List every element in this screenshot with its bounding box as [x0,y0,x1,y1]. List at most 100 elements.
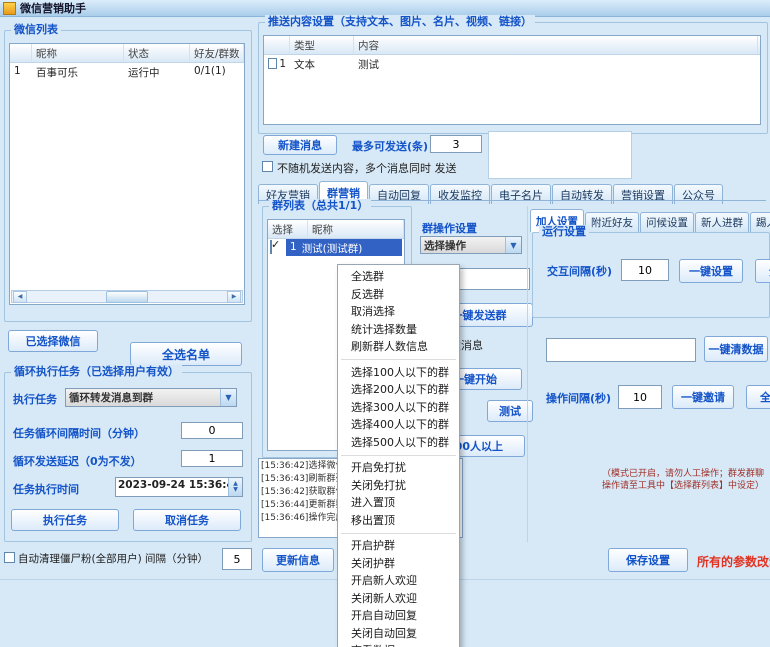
scroll-left-icon[interactable]: ◀ [13,291,27,303]
push-content-header[interactable]: 类型 内容 [264,36,760,55]
menu-item-protect-on[interactable]: 开启护群 [338,537,459,555]
partial-button-2[interactable]: 全部 [746,385,770,409]
menu-separator [341,533,456,534]
tab-nearby-friends[interactable]: 附近好友 [585,212,639,232]
tab-auto-forward[interactable]: 自动转发 [552,184,612,204]
one-key-set-button[interactable]: 一键设置 [679,259,743,283]
select-all-button[interactable]: 全选名单 [130,342,242,366]
max-send-input[interactable] [430,135,482,153]
new-message-button[interactable]: 新建消息 [263,135,337,155]
loop-task-groupbox: 循环执行任务（已选择用户有效） 执行任务 循环转发消息到群 ▼ 任务循环间隔时间… [4,372,252,542]
row-check-cell[interactable]: 1 [264,55,290,72]
one-key-clear-button[interactable]: 一键清数据 [704,336,768,362]
menu-item-view-data[interactable]: 查看数据 [338,642,459,647]
col-count[interactable]: 好友/群数 [190,44,244,62]
menu-item-under-300[interactable]: 选择300人以下的群 [338,399,459,417]
interval1-input[interactable] [621,259,669,281]
group-list-header[interactable]: 选择 昵称 [268,220,404,239]
col-content[interactable]: 内容 [354,36,758,54]
wechat-list-header[interactable]: 昵称 状态 好友/群数 [10,44,244,63]
menu-item-invert[interactable]: 反选群 [338,286,459,304]
run-task-button[interactable]: 执行任务 [11,509,119,531]
menu-item-refresh-members[interactable]: 刷新群人数信息 [338,338,459,356]
menu-item-select-all[interactable]: 全选群 [338,268,459,286]
chevron-down-icon[interactable]: ▼ [220,389,236,406]
col-type[interactable]: 类型 [290,36,354,54]
horizontal-scrollbar[interactable]: ◀ ▶ [11,290,243,303]
tab-auto-reply[interactable]: 自动回复 [369,184,429,204]
tab-ecard[interactable]: 电子名片 [491,184,551,204]
menu-item-unpin[interactable]: 移出置顶 [338,512,459,530]
window-title: 微信营销助手 [20,0,86,16]
scroll-thumb[interactable] [106,291,148,303]
menu-item-under-500[interactable]: 选择500人以下的群 [338,434,459,452]
update-info-button[interactable]: 更新信息 [262,548,334,572]
scroll-right-icon[interactable]: ▶ [227,291,241,303]
push-content-table[interactable]: 类型 内容 1 文本 测试 [263,35,761,125]
table-row[interactable]: 1 百事可乐 运行中 0/1(1) [10,63,244,80]
menu-item-pin[interactable]: 进入置顶 [338,494,459,512]
col-nick[interactable]: 昵称 [308,220,404,238]
menu-item-mute-off[interactable]: 关闭免打扰 [338,477,459,495]
content-preview-box[interactable] [488,131,632,179]
clean-interval-input[interactable] [222,548,252,570]
wechat-list-table[interactable]: 昵称 状态 好友/群数 1 百事可乐 运行中 0/1(1) ◀ ▶ [9,43,245,305]
menu-item-under-100[interactable]: 选择100人以下的群 [338,364,459,382]
max-send-label: 最多可发送(条) [352,138,428,154]
menu-item-mute-on[interactable]: 开启免打扰 [338,459,459,477]
tab-new-member[interactable]: 新人进群 [695,212,749,232]
row-status: 运行中 [124,63,190,80]
app-window: 微信营销助手 微信列表 昵称 状态 好友/群数 1 百事可乐 运行中 0/1(1… [0,0,770,647]
partial-button-1[interactable]: 全部 [755,259,770,283]
menu-separator [341,359,456,360]
group-row[interactable]: 1 测试(测试群) [268,239,404,256]
tab-monitor[interactable]: 收发监控 [430,184,490,204]
selected-wechat-button[interactable]: 已选择微信 [8,330,98,352]
run-settings-title: 运行设置 [539,225,589,239]
col-select[interactable]: 选择 [268,220,308,238]
menu-separator [341,455,456,456]
cancel-task-button[interactable]: 取消任务 [133,509,241,531]
menu-item-count-selected[interactable]: 统计选择数量 [338,321,459,339]
random-send-label: 不随机发送内容，多个消息同时 发送 [277,160,457,176]
col-check[interactable] [264,36,290,54]
tab-greeting[interactable]: 问候设置 [640,212,694,232]
one-key-invite-button[interactable]: 一键邀请 [672,385,734,409]
interval-label: 任务循环间隔时间（分钟） [13,425,145,441]
tab-official-account[interactable]: 公众号 [674,184,723,204]
right-search-input[interactable] [546,338,696,362]
datetime-spinner-icon[interactable]: ▲▼ [228,478,242,496]
group-checkbox[interactable] [270,240,272,254]
tab-kick[interactable]: 踢人 [750,212,770,232]
auto-clean-checkbox[interactable] [4,552,15,563]
col-status[interactable]: 状态 [124,44,190,62]
task-combo[interactable]: 循环转发消息到群 ▼ [65,388,237,407]
datetime-picker[interactable]: 2023-09-24 15:36:41 ▲▼ [115,477,243,497]
row-num: 1 [279,58,286,70]
app-icon [3,2,16,15]
menu-item-welcome-off[interactable]: 关闭新人欢迎 [338,590,459,608]
mode-note: （模式已开启，请勿人工操作；群发群聊操作请至工具中【选择群列表】中设定） [602,468,768,504]
menu-item-welcome-on[interactable]: 开启新人欢迎 [338,572,459,590]
menu-item-under-200[interactable]: 选择200人以下的群 [338,381,459,399]
menu-item-cancel-select[interactable]: 取消选择 [338,303,459,321]
menu-item-autoreply-off[interactable]: 关闭自动回复 [338,625,459,643]
save-settings-button[interactable]: 保存设置 [608,548,688,572]
random-send-checkbox[interactable] [262,161,273,172]
delay-input[interactable] [181,450,243,467]
interval2-input[interactable] [618,385,662,409]
col-blank[interactable] [10,44,32,62]
group-check-cell[interactable] [268,239,286,256]
group-selected-cell[interactable]: 1 测试(测试群) [286,239,402,256]
menu-item-under-400[interactable]: 选择400人以下的群 [338,416,459,434]
tab-marketing-settings[interactable]: 营销设置 [613,184,673,204]
chevron-down-icon[interactable]: ▼ [505,237,521,253]
group-op-combo[interactable]: 选择操作 ▼ [420,236,522,254]
panel-divider [527,206,528,542]
row-checkbox[interactable] [268,58,277,69]
push-content-row[interactable]: 1 文本 测试 [264,55,760,72]
col-nick[interactable]: 昵称 [32,44,124,62]
interval-input[interactable] [181,422,243,439]
menu-item-protect-off[interactable]: 关闭护群 [338,555,459,573]
menu-item-autoreply-on[interactable]: 开启自动回复 [338,607,459,625]
